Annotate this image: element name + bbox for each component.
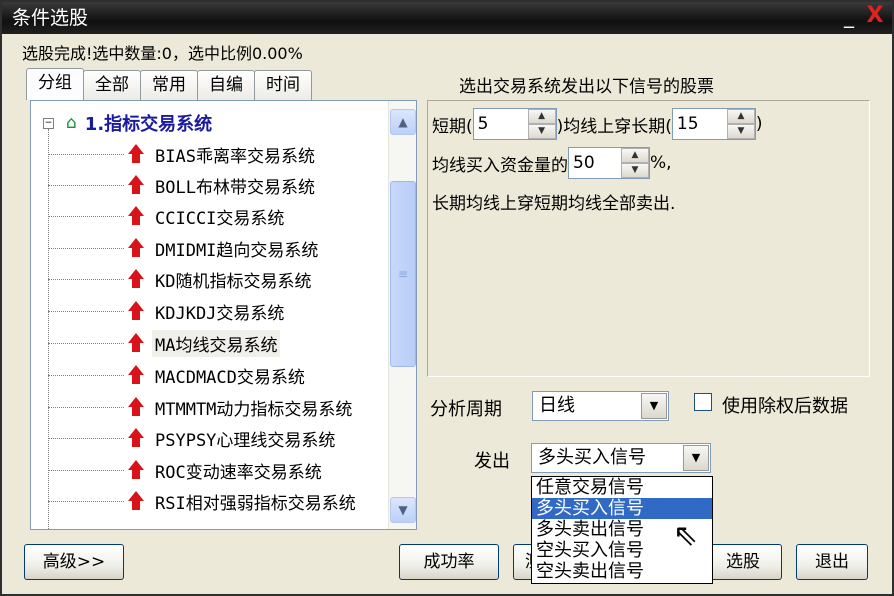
- success-rate-button[interactable]: 成功率: [399, 544, 499, 580]
- spin-down-icon[interactable]: ▼: [726, 124, 755, 139]
- mouse-pointer-icon: ⇖: [673, 518, 699, 553]
- tree-root-label: 1.指标交易系统: [84, 114, 213, 135]
- red-up-arrow-icon: [128, 460, 144, 480]
- long-period-close: ): [755, 114, 763, 134]
- minimize-icon[interactable]: _: [838, 6, 860, 28]
- period-select[interactable]: 日线 ▼: [532, 391, 669, 421]
- params-panel: 短期( 5 ▲ ▼ )均线上穿长期( 15 ▲ ▼ ) 均线买入资金量的 50 …: [427, 100, 870, 377]
- status-text: 选股完成!选中数量:0，选中比例0.00%: [22, 44, 303, 63]
- close-icon[interactable]: X: [864, 5, 886, 28]
- fund-label: 均线买入资金量的: [432, 155, 568, 176]
- adjusted-data-label: 使用除权后数据: [722, 396, 848, 417]
- tree-item[interactable]: MTMMTM动力指标交易系统: [48, 392, 355, 422]
- red-up-arrow-icon: [128, 491, 144, 511]
- red-up-arrow-icon: [128, 269, 144, 289]
- red-up-arrow-icon: [128, 301, 144, 321]
- tree-item-label: CCICCI交易系统: [155, 208, 285, 229]
- short-period-spinner[interactable]: 5 ▲ ▼: [472, 108, 557, 140]
- adjusted-data-checkbox[interactable]: [694, 393, 712, 411]
- tree-scrollbar[interactable]: ▲ ≡ ▼: [388, 101, 416, 529]
- signal-select[interactable]: 多头买入信号 ▼: [531, 443, 711, 473]
- tab-all[interactable]: 全部: [83, 70, 141, 100]
- tree-item[interactable]: KD随机指标交易系统: [48, 264, 314, 294]
- short-period-value[interactable]: 5: [473, 109, 528, 139]
- params-heading: 选出交易系统发出以下信号的股票: [459, 77, 714, 97]
- fund-value[interactable]: 50: [569, 148, 621, 178]
- red-up-arrow-icon: [128, 428, 144, 448]
- tree-item-selected[interactable]: MA均线交易系统: [48, 328, 281, 358]
- red-up-arrow-icon: [128, 144, 144, 164]
- tree-item[interactable]: MACDMACD交易系统: [48, 360, 308, 390]
- spin-up-icon[interactable]: ▲: [726, 109, 755, 124]
- tree-item-label: DMIDMI趋向交易系统: [155, 240, 319, 261]
- tree-item[interactable]: DMIDMI趋向交易系统: [48, 233, 321, 263]
- tree-item-label: BOLL布林带交易系统: [155, 177, 315, 198]
- spin-down-icon[interactable]: ▼: [527, 124, 556, 139]
- tree-item-label: PSYPSY心理线交易系统: [155, 430, 336, 451]
- chevron-down-icon[interactable]: ▼: [683, 445, 709, 471]
- spin-down-icon[interactable]: ▼: [621, 163, 649, 178]
- red-up-arrow-icon: [128, 365, 144, 385]
- scroll-down-button[interactable]: ▼: [390, 497, 416, 523]
- period-value: 日线: [539, 395, 575, 416]
- exit-button[interactable]: 退出: [796, 544, 868, 580]
- red-up-arrow-icon: [128, 333, 144, 353]
- window-title: 条件选股: [12, 7, 89, 29]
- long-period-value[interactable]: 15: [672, 109, 727, 139]
- long-period-spinner[interactable]: 15 ▲ ▼: [671, 108, 756, 140]
- tree-item[interactable]: BOLL布林带交易系统: [48, 170, 318, 200]
- indicator-tree[interactable]: − ⌂ 1.指标交易系统 BIAS乖离率交易系统 BOLL布林带交易系统 CCI…: [30, 100, 417, 530]
- red-up-arrow-icon: [128, 238, 144, 258]
- tab-group[interactable]: 分组: [26, 68, 84, 100]
- tree-item-label: MTMMTM动力指标交易系统: [155, 399, 353, 420]
- advanced-button[interactable]: 高级>>: [24, 544, 124, 580]
- dropdown-option[interactable]: 任意交易信号: [532, 477, 712, 498]
- scroll-up-button[interactable]: ▲: [390, 109, 416, 135]
- dropdown-option-highlighted[interactable]: 多头买入信号: [532, 498, 712, 519]
- tree-item-label: MACDMACD交易系统: [155, 367, 305, 388]
- collapse-icon[interactable]: −: [43, 117, 54, 129]
- tab-custom[interactable]: 自编: [197, 70, 255, 100]
- tab-common[interactable]: 常用: [140, 70, 198, 100]
- fund-suffix: %,: [650, 153, 672, 173]
- spin-up-icon[interactable]: ▲: [527, 109, 556, 124]
- chevron-down-icon[interactable]: ▼: [641, 393, 667, 419]
- red-up-arrow-icon: [128, 175, 144, 195]
- condition-select-window: 条件选股 _ X 选股完成!选中数量:0，选中比例0.00% 分组 全部 常用 …: [0, 0, 894, 596]
- tree-item-label: BIAS乖离率交易系统: [155, 146, 315, 167]
- tree-item-label: ROC变动速率交易系统: [155, 462, 322, 483]
- tree-item[interactable]: BIAS乖离率交易系统: [48, 139, 318, 169]
- tab-time[interactable]: 时间: [254, 70, 312, 100]
- tree-item-label: MA均线交易系统: [152, 329, 281, 357]
- tree-item-label: RSI相对强弱指标交易系统: [155, 493, 356, 514]
- tree-item[interactable]: RSI相对强弱指标交易系统: [48, 486, 359, 516]
- signal-value: 多头买入信号: [538, 447, 646, 468]
- sell-notice: 长期均线上穿短期均线全部卖出.: [432, 194, 676, 214]
- short-period-label: 短期(: [432, 116, 473, 137]
- tree-root[interactable]: − ⌂ 1.指标交易系统: [43, 111, 212, 135]
- tree-item[interactable]: PSYPSY心理线交易系统: [48, 423, 338, 453]
- tree-item-label: KDJKDJ交易系统: [155, 303, 285, 324]
- long-period-label: )均线上穿长期(: [556, 116, 672, 137]
- red-up-arrow-icon: [128, 397, 144, 417]
- home-icon: ⌂: [66, 113, 77, 133]
- period-label: 分析周期: [430, 399, 502, 420]
- red-up-arrow-icon: [128, 206, 144, 226]
- tree-item[interactable]: CCICCI交易系统: [48, 201, 287, 231]
- spin-up-icon[interactable]: ▲: [621, 148, 649, 163]
- title-bar: 条件选股 _ X: [2, 2, 892, 34]
- fund-spinner[interactable]: 50 ▲ ▼: [568, 147, 650, 179]
- signal-label: 发出: [474, 451, 510, 472]
- tree-item[interactable]: ROC变动速率交易系统: [48, 455, 325, 485]
- tree-item-label: KD随机指标交易系统: [155, 271, 312, 292]
- scroll-thumb[interactable]: ≡: [390, 181, 416, 367]
- tab-bar: 分组 全部 常用 自编 时间: [26, 68, 312, 100]
- dropdown-option[interactable]: 空头卖出信号: [532, 561, 712, 582]
- tree-item[interactable]: KDJKDJ交易系统: [48, 296, 287, 326]
